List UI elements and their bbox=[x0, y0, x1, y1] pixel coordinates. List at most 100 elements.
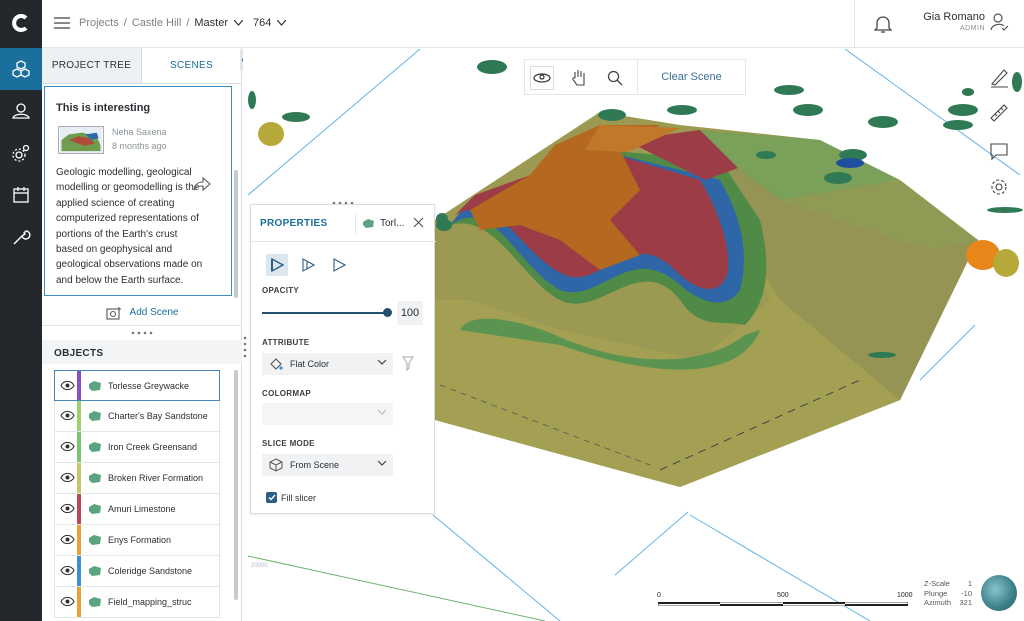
render-solid-icon[interactable] bbox=[266, 254, 288, 276]
breadcrumb-projects[interactable]: Projects bbox=[79, 17, 119, 29]
slice-mode-select[interactable]: From Scene bbox=[262, 454, 393, 476]
top-bar: Projects / Castle Hill / Master 764 Gia Roman… bbox=[42, 0, 1024, 48]
orbit-tool-icon[interactable] bbox=[530, 66, 554, 90]
close-icon[interactable] bbox=[413, 217, 424, 228]
eye-icon[interactable] bbox=[60, 534, 75, 545]
eye-icon[interactable] bbox=[60, 503, 75, 514]
object-label: Iron Creek Greensand bbox=[108, 442, 198, 452]
clear-scene-button[interactable]: Clear Scene bbox=[637, 60, 745, 94]
filter-icon[interactable] bbox=[402, 356, 414, 372]
azimuth-value: 321 bbox=[959, 598, 972, 607]
pan-hand-icon[interactable] bbox=[567, 66, 591, 90]
add-scene-button[interactable]: Add Scene bbox=[42, 300, 242, 326]
revision-select[interactable]: 764 bbox=[253, 17, 271, 29]
scale-tick-label: 0 bbox=[657, 592, 661, 599]
scene-thumbnail bbox=[58, 126, 104, 154]
eye-icon[interactable] bbox=[60, 596, 75, 607]
panel-tabs: PROJECT TREE SCENES bbox=[42, 48, 241, 84]
object-row[interactable]: Charter's Bay Sandstone bbox=[54, 401, 220, 432]
object-row[interactable]: Field_mapping_struc bbox=[54, 587, 220, 618]
object-color-bar bbox=[77, 494, 81, 524]
comment-icon[interactable] bbox=[988, 140, 1010, 162]
rail-calendar-icon[interactable] bbox=[0, 174, 42, 216]
colormap-select[interactable] bbox=[262, 403, 393, 425]
app-logo[interactable] bbox=[0, 0, 42, 46]
view-info: Z-Scale 1 Plunge -10 Azimuth 321 bbox=[924, 579, 972, 608]
tab-scenes[interactable]: SCENES bbox=[142, 48, 241, 83]
object-row[interactable]: Iron Creek Greensand bbox=[54, 432, 220, 463]
opacity-slider-handle[interactable] bbox=[383, 308, 392, 317]
share-icon[interactable] bbox=[193, 177, 211, 191]
zscale-value: 1 bbox=[967, 579, 972, 588]
attribute-select[interactable]: Flat Color bbox=[262, 353, 393, 375]
drag-handle-icon[interactable] bbox=[131, 331, 153, 335]
orientation-globe-icon[interactable] bbox=[981, 575, 1017, 611]
eye-icon[interactable] bbox=[60, 565, 75, 576]
breadcrumb: Projects / Castle Hill / Master 764 bbox=[79, 17, 296, 29]
geology-object-icon bbox=[89, 597, 101, 607]
user-info[interactable]: Gia Romano ADMIN bbox=[877, 11, 985, 32]
app-rail bbox=[0, 0, 42, 621]
slice-mode-label: SLICE MODE bbox=[262, 439, 315, 448]
eye-icon[interactable] bbox=[60, 441, 75, 452]
scale-bar-graphic bbox=[658, 602, 908, 606]
object-row[interactable]: Torlesse Greywacke bbox=[54, 370, 220, 401]
geology-object-icon bbox=[89, 381, 101, 391]
geology-object-icon bbox=[363, 219, 374, 228]
fill-slicer-checkbox[interactable] bbox=[266, 492, 277, 503]
object-row[interactable]: Amuri Limestone bbox=[54, 494, 220, 525]
render-outline-icon[interactable] bbox=[328, 254, 350, 276]
geology-object-icon bbox=[89, 566, 101, 576]
scene-card[interactable]: This is interesting Neha Saxena 8 months… bbox=[44, 86, 232, 296]
properties-title: PROPERTIES bbox=[260, 218, 328, 229]
render-wireframe-icon[interactable] bbox=[297, 254, 319, 276]
colormap-label: COLORMAP bbox=[262, 389, 312, 398]
left-panel: PROJECT TREE SCENES This is interesting … bbox=[42, 48, 242, 621]
user-area: Gia Romano ADMIN bbox=[854, 0, 1024, 48]
rail-tools-icon[interactable] bbox=[0, 216, 42, 258]
scale-tick-label: 1000 bbox=[897, 592, 913, 599]
ruler-icon[interactable] bbox=[988, 102, 1010, 124]
drag-handle-icon[interactable] bbox=[243, 336, 247, 358]
object-color-bar bbox=[77, 587, 81, 617]
tab-project-tree[interactable]: PROJECT TREE bbox=[42, 48, 142, 83]
chevron-down-icon[interactable] bbox=[234, 20, 244, 26]
breadcrumb-project[interactable]: Castle Hill bbox=[132, 17, 182, 29]
geology-object-icon bbox=[89, 411, 101, 421]
rail-users-icon[interactable] bbox=[0, 90, 42, 132]
object-color-bar bbox=[77, 556, 81, 586]
plunge-value: -10 bbox=[961, 588, 972, 598]
object-label: Broken River Formation bbox=[108, 473, 204, 483]
scene-time: 8 months ago bbox=[112, 141, 167, 151]
object-color-bar bbox=[77, 463, 81, 493]
eye-icon[interactable] bbox=[60, 472, 75, 483]
object-row[interactable]: Coleridge Sandstone bbox=[54, 556, 220, 587]
add-scene-label: Add Scene bbox=[129, 307, 179, 318]
card-scrollbar[interactable] bbox=[234, 170, 238, 298]
zoom-search-icon[interactable] bbox=[603, 66, 627, 90]
geology-object-icon bbox=[89, 504, 101, 514]
user-icon[interactable] bbox=[989, 12, 1009, 32]
eye-icon[interactable] bbox=[60, 380, 75, 391]
object-row[interactable]: Broken River Formation bbox=[54, 463, 220, 494]
chevron-down-icon bbox=[377, 359, 387, 365]
gear-icon[interactable] bbox=[988, 176, 1010, 198]
objects-scrollbar[interactable] bbox=[234, 370, 238, 600]
rail-models-icon[interactable] bbox=[0, 48, 42, 90]
branch-select[interactable]: Master bbox=[194, 17, 228, 29]
attribute-label: ATTRIBUTE bbox=[262, 338, 310, 347]
scene-description: Geologic modelling, geological modelling… bbox=[56, 167, 203, 286]
paint-bucket-icon bbox=[270, 358, 283, 370]
user-name: Gia Romano bbox=[923, 11, 985, 23]
opacity-value[interactable]: 100 bbox=[397, 301, 423, 325]
object-row[interactable]: Enys Formation bbox=[54, 525, 220, 556]
chevron-down-icon bbox=[377, 409, 387, 415]
menu-icon[interactable] bbox=[54, 16, 70, 30]
chevron-down-icon[interactable] bbox=[277, 20, 287, 26]
object-label: Field_mapping_struc bbox=[108, 597, 192, 607]
rail-settings-icon[interactable] bbox=[0, 132, 42, 174]
eye-icon[interactable] bbox=[60, 410, 75, 421]
object-color-bar bbox=[77, 401, 81, 431]
opacity-slider[interactable] bbox=[262, 312, 387, 314]
pencil-ruler-icon[interactable] bbox=[988, 66, 1010, 88]
